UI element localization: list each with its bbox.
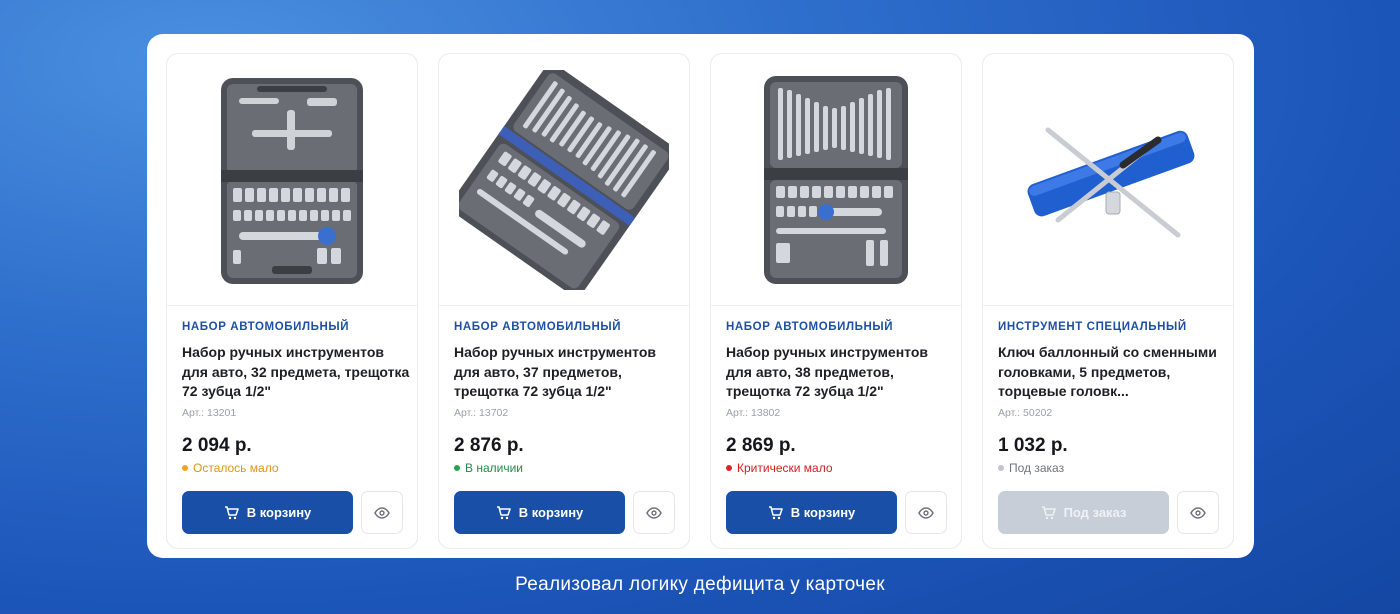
product-article: Арт.: 13802 — [726, 407, 781, 419]
product-article: Арт.: 13702 — [454, 407, 509, 419]
quick-view-button[interactable] — [633, 491, 675, 534]
add-to-cart-button[interactable]: В корзину — [726, 491, 897, 534]
eye-icon — [1190, 506, 1206, 519]
product-title[interactable]: Набор ручных инструментов для авто, 38 п… — [726, 343, 954, 402]
product-title[interactable]: Набор ручных инструментов для авто, 37 п… — [454, 343, 682, 402]
stock-dot — [998, 465, 1004, 471]
add-to-cart-button[interactable]: В корзину — [182, 491, 353, 534]
cross-lug-wrench-icon — [1027, 127, 1195, 237]
stock-status: Критически мало — [726, 461, 833, 475]
tool-case-wrench-set-icon — [764, 75, 908, 284]
tool-case-wrench-set-icon — [459, 69, 669, 290]
product-title[interactable]: Ключ баллонный со сменными головками, 5 … — [998, 343, 1226, 402]
quick-view-button[interactable] — [1177, 491, 1219, 534]
product-category: НАБОР АВТОМОБИЛЬНЫЙ — [726, 321, 894, 333]
cart-icon — [224, 505, 239, 519]
button-label: Под заказ — [1063, 505, 1127, 520]
stock-label: Осталось мало — [193, 461, 279, 475]
product-category: НАБОР АВТОМОБИЛЬНЫЙ — [454, 321, 622, 333]
stock-label: Под заказ — [1009, 461, 1065, 475]
product-price: 2 094 р. — [182, 435, 252, 456]
eye-icon — [646, 506, 662, 519]
product-price: 2 869 р. — [726, 435, 796, 456]
tool-case-socket-set-icon — [221, 77, 363, 284]
stock-dot — [182, 465, 188, 471]
preorder-button[interactable]: Под заказ — [998, 491, 1169, 534]
eye-icon — [374, 506, 390, 519]
product-image[interactable] — [167, 54, 417, 306]
stock-status: Под заказ — [998, 461, 1064, 475]
add-to-cart-button[interactable]: В корзину — [454, 491, 625, 534]
cart-icon — [496, 505, 511, 519]
product-image[interactable] — [439, 54, 689, 306]
product-category: НАБОР АВТОМОБИЛЬНЫЙ — [182, 321, 350, 333]
product-card[interactable]: НАБОР АВТОМОБИЛЬНЫЙ Набор ручных инструм… — [166, 53, 418, 549]
eye-icon — [918, 506, 934, 519]
product-category: ИНСТРУМЕНТ СПЕЦИАЛЬНЫЙ — [998, 321, 1187, 333]
cart-icon — [1041, 505, 1056, 519]
stock-label: Критически мало — [737, 461, 833, 475]
product-price: 1 032 р. — [998, 435, 1068, 456]
product-title[interactable]: Набор ручных инструментов для авто, 32 п… — [182, 343, 410, 402]
button-label: В корзину — [518, 505, 584, 520]
stock-status: Осталось мало — [182, 461, 279, 475]
product-article: Арт.: 50202 — [998, 407, 1053, 419]
quick-view-button[interactable] — [361, 491, 403, 534]
caption: Реализовал логику дефицита у карточек — [515, 574, 885, 595]
stock-dot — [454, 465, 460, 471]
cart-icon — [768, 505, 783, 519]
product-grid: НАБОР АВТОМОБИЛЬНЫЙ Набор ручных инструм… — [147, 34, 1254, 558]
button-label: В корзину — [790, 505, 856, 520]
quick-view-button[interactable] — [905, 491, 947, 534]
product-image[interactable] — [983, 54, 1233, 306]
product-image[interactable] — [711, 54, 961, 306]
product-price: 2 876 р. — [454, 435, 524, 456]
product-card[interactable]: НАБОР АВТОМОБИЛЬНЫЙ Набор ручных инструм… — [710, 53, 962, 549]
product-card[interactable]: НАБОР АВТОМОБИЛЬНЫЙ Набор ручных инструм… — [438, 53, 690, 549]
stock-label: В наличии — [465, 461, 524, 475]
button-label: В корзину — [246, 505, 312, 520]
product-card[interactable]: ИНСТРУМЕНТ СПЕЦИАЛЬНЫЙ Ключ баллонный со… — [982, 53, 1234, 549]
stock-dot — [726, 465, 732, 471]
product-article: Арт.: 13201 — [182, 407, 237, 419]
stock-status: В наличии — [454, 461, 523, 475]
